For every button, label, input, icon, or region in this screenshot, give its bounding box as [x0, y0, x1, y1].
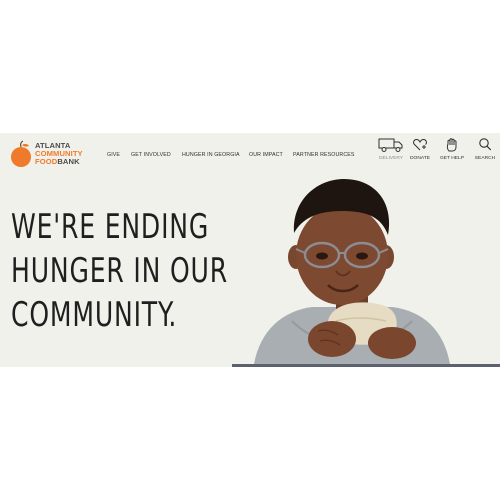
- heart-hand-icon: [413, 138, 427, 151]
- site-header: Atlanta Community FoodBank Give Get Invo…: [0, 133, 500, 173]
- get-help-label: Get Help: [439, 156, 465, 161]
- delivery-link[interactable]: Delivery: [376, 137, 406, 171]
- hero-heading: We're ending hunger in our community.: [11, 205, 228, 337]
- hand-icon: [446, 138, 457, 152]
- nav-item-our-impact[interactable]: Our Impact: [249, 152, 283, 158]
- donate-link[interactable]: Donate: [406, 137, 434, 171]
- delivery-label: Delivery: [378, 156, 404, 161]
- hero-line-3: community.: [11, 295, 178, 335]
- website-viewport: Atlanta Community FoodBank Give Get Invo…: [0, 133, 500, 367]
- nav-item-partner-resources[interactable]: Partner Resources: [293, 152, 355, 158]
- hero-line-1: We're ending: [11, 207, 210, 247]
- hero-photo-child-eating-sandwich: [254, 179, 450, 364]
- nav-item-hunger-in-georgia[interactable]: Hunger in Georgia: [182, 152, 240, 158]
- search-link[interactable]: Search: [472, 137, 498, 171]
- donate-label: Donate: [409, 156, 430, 161]
- search-label: Search: [474, 156, 496, 161]
- truck-icon: [378, 138, 403, 152]
- site-logo[interactable]: Atlanta Community FoodBank: [9, 138, 99, 170]
- nav-item-get-involved[interactable]: Get Involved: [131, 152, 171, 158]
- peach-logo-icon: [11, 140, 31, 167]
- hero-line-2: hunger in our: [11, 251, 228, 291]
- get-help-link[interactable]: Get Help: [438, 137, 466, 171]
- search-icon: [479, 138, 492, 151]
- nav-item-give[interactable]: Give: [107, 152, 120, 158]
- logo-line-food-bank: FoodBank: [35, 156, 99, 166]
- logo-wordmark: Atlanta Community FoodBank: [35, 142, 99, 165]
- logo-word-bank: Bank: [57, 156, 80, 166]
- logo-word-food: Food: [35, 156, 58, 166]
- hero-divider-bar: [232, 364, 500, 367]
